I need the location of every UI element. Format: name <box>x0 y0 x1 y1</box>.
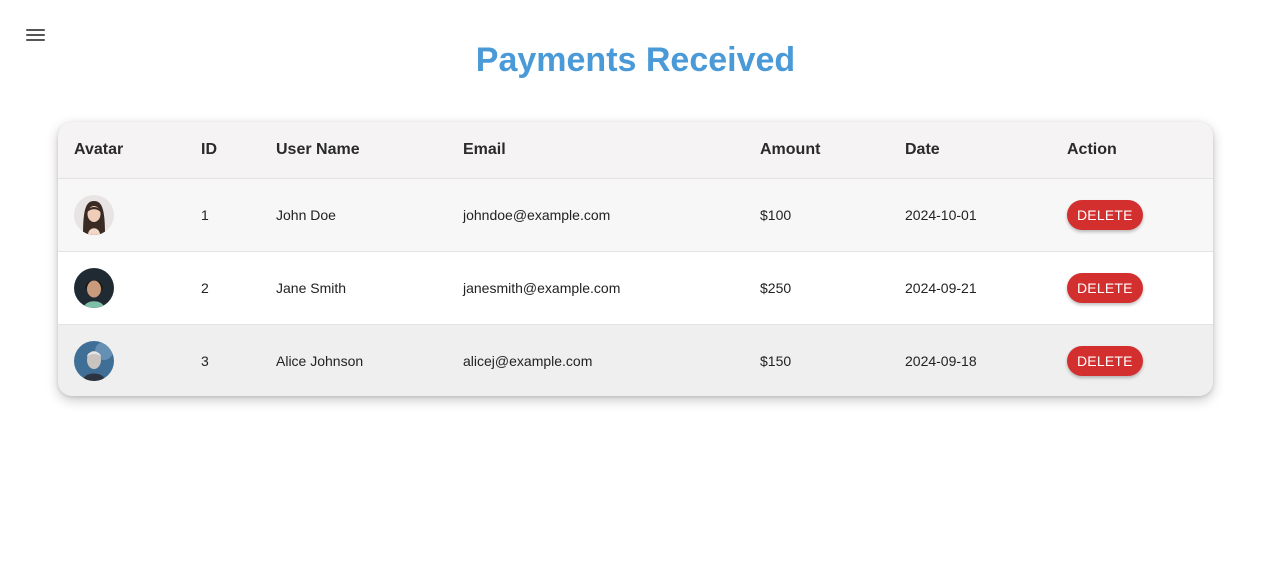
avatar-woman-dark-hair-icon <box>74 195 114 235</box>
email-cell: janesmith@example.com <box>447 251 744 325</box>
menu-bar <box>26 34 45 36</box>
id-cell: 3 <box>185 324 260 396</box>
delete-button[interactable]: DELETE <box>1067 346 1143 376</box>
column-header-avatar: Avatar <box>58 122 185 179</box>
id-cell: 2 <box>185 251 260 325</box>
avatar-cell <box>58 251 185 325</box>
action-cell: DELETE <box>1051 324 1213 396</box>
table-row: 2 Jane Smith janesmith@example.com $250 … <box>58 251 1213 325</box>
user-name-cell: Jane Smith <box>260 251 447 325</box>
table-row: 1 John Doe johndoe@example.com $100 2024… <box>58 178 1213 252</box>
delete-button[interactable]: DELETE <box>1067 273 1143 303</box>
delete-button[interactable]: DELETE <box>1067 200 1143 230</box>
table-row: 3 Alice Johnson alicej@example.com $150 … <box>58 324 1213 396</box>
avatar <box>74 195 114 235</box>
email-cell: johndoe@example.com <box>447 178 744 252</box>
user-name-cell: John Doe <box>260 178 447 252</box>
payments-table: Avatar ID User Name Email Amount Date Ac… <box>58 122 1213 396</box>
column-header-id: ID <box>185 122 260 179</box>
avatar <box>74 268 114 308</box>
table-header-row: Avatar ID User Name Email Amount Date Ac… <box>58 122 1213 179</box>
column-header-user-name: User Name <box>260 122 447 179</box>
menu-bar <box>26 29 45 31</box>
column-header-date: Date <box>889 122 1051 179</box>
date-cell: 2024-09-21 <box>889 251 1051 325</box>
avatar-cell <box>58 324 185 396</box>
action-cell: DELETE <box>1051 251 1213 325</box>
column-header-email: Email <box>447 122 744 179</box>
payments-table-card: Avatar ID User Name Email Amount Date Ac… <box>58 122 1213 396</box>
page-title: Payments Received <box>475 41 796 79</box>
column-header-amount: Amount <box>744 122 889 179</box>
id-cell: 1 <box>185 178 260 252</box>
email-cell: alicej@example.com <box>447 324 744 396</box>
avatar <box>74 341 114 381</box>
date-cell: 2024-09-18 <box>889 324 1051 396</box>
user-name-cell: Alice Johnson <box>260 324 447 396</box>
avatar-child-dark-background-icon <box>74 268 114 308</box>
amount-cell: $150 <box>744 324 889 396</box>
amount-cell: $100 <box>744 178 889 252</box>
column-header-action: Action <box>1051 122 1213 179</box>
avatar-man-blue-background-icon <box>74 341 114 381</box>
amount-cell: $250 <box>744 251 889 325</box>
date-cell: 2024-10-01 <box>889 178 1051 252</box>
avatar-cell <box>58 178 185 252</box>
action-cell: DELETE <box>1051 178 1213 252</box>
